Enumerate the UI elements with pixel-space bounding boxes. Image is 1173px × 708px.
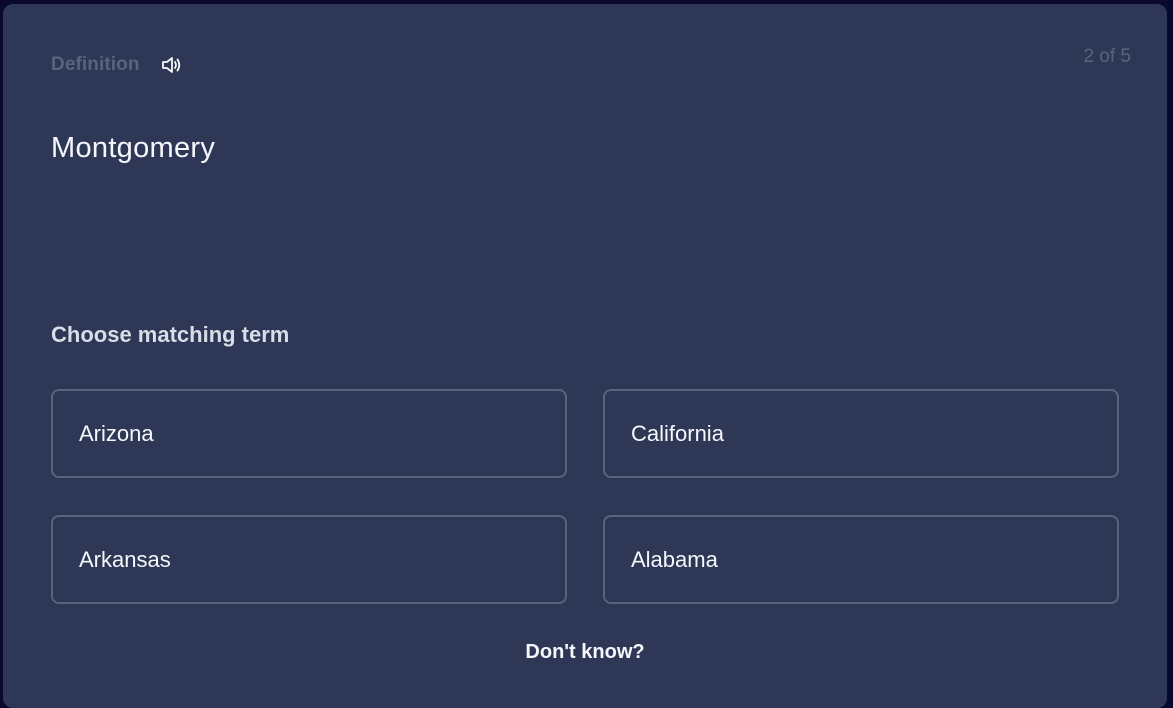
speaker-icon[interactable] xyxy=(160,54,182,76)
answer-option[interactable]: Arizona xyxy=(51,389,567,478)
dont-know-row: Don't know? xyxy=(3,641,1167,664)
answer-option[interactable]: California xyxy=(603,389,1119,478)
answer-option[interactable]: Alabama xyxy=(603,515,1119,604)
card-header: Definition xyxy=(51,54,182,76)
answer-option-label: California xyxy=(631,420,724,446)
dont-know-button[interactable]: Don't know? xyxy=(525,641,644,663)
answer-option-label: Arizona xyxy=(79,420,154,446)
definition-text: Montgomery xyxy=(51,132,216,164)
answer-option-label: Arkansas xyxy=(79,546,171,572)
side-label: Definition xyxy=(51,54,140,75)
question-counter: 2 of 5 xyxy=(1083,46,1131,67)
instruction-heading: Choose matching term xyxy=(51,322,290,347)
question-card: Definition 2 of 5 Montgomery Choose matc… xyxy=(3,4,1167,708)
answer-option[interactable]: Arkansas xyxy=(51,515,567,604)
answer-option-label: Alabama xyxy=(631,546,718,572)
